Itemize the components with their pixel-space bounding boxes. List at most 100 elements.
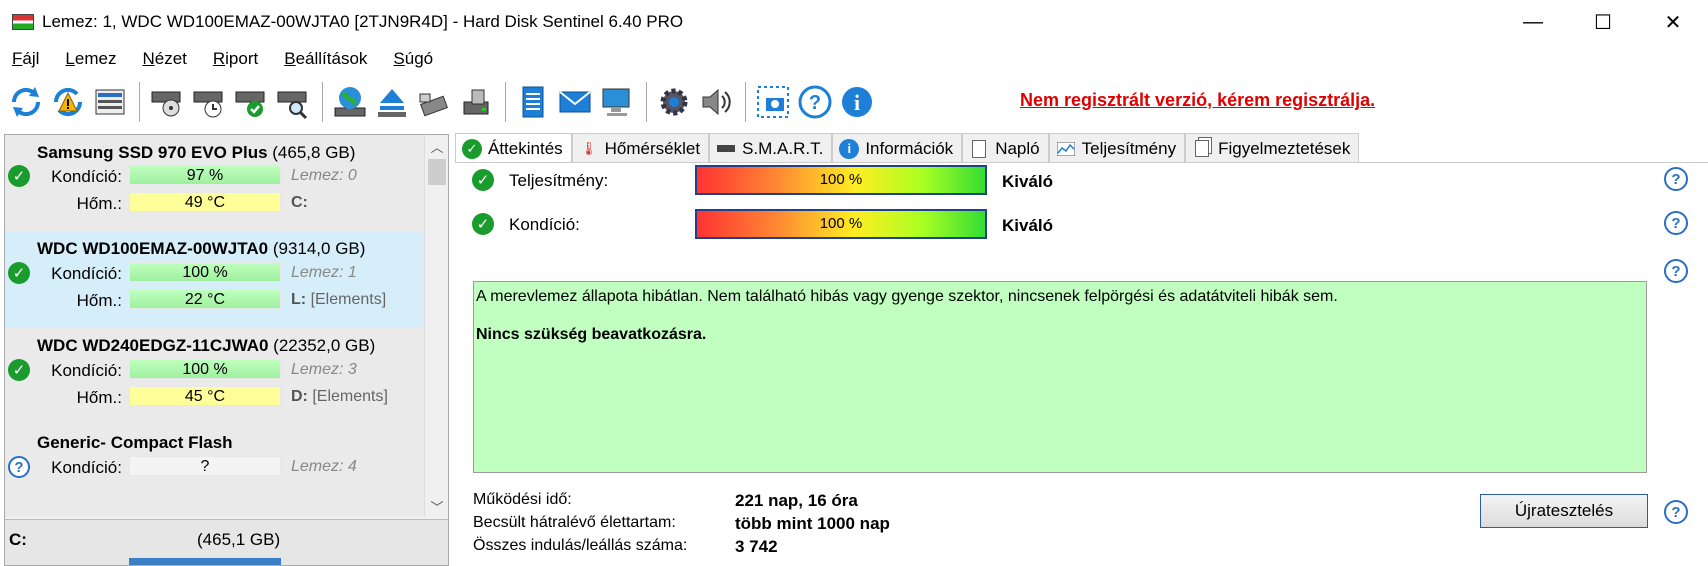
toolbar-separator xyxy=(505,82,506,122)
disk-list-panel: Samsung SSD 970 EVO Plus (465,8 GB) ✓ Ko… xyxy=(4,134,449,566)
unknown-status-icon: ? xyxy=(8,456,30,478)
refresh-icon[interactable] xyxy=(6,82,46,122)
condition-bar: 100 % xyxy=(129,262,281,282)
globe-icon[interactable] xyxy=(330,82,370,122)
condition-row: ? Kondíció: ? Lemez: 4 xyxy=(5,454,424,480)
condition-label: Kondíció: xyxy=(51,264,122,283)
menu-settings[interactable]: Beállítások xyxy=(284,49,367,69)
remaining-life-row: Becsült hátralévő élettartam: több mint … xyxy=(473,514,890,538)
help-icon[interactable]: ? xyxy=(795,82,835,122)
computer-icon[interactable] xyxy=(597,82,637,122)
condition-label: Kondíció: xyxy=(51,167,122,186)
report-icon[interactable] xyxy=(513,82,553,122)
close-button[interactable]: ✕ xyxy=(1638,0,1708,44)
scroll-down-icon[interactable]: ﹀ xyxy=(425,495,448,517)
temperature-bar: 22 °C xyxy=(129,289,281,309)
disk-title: WDC WD240EDGZ-11CJWA0 (22352,0 GB) xyxy=(37,336,376,355)
tab-information[interactable]: i Információk xyxy=(832,133,963,163)
mail-icon[interactable] xyxy=(555,82,595,122)
start-stop-value: 3 742 xyxy=(735,537,778,556)
condition-bar: 100 % xyxy=(695,209,987,239)
tab-overview[interactable]: ✓ Áttekintés xyxy=(455,133,572,163)
disk-ok-icon[interactable] xyxy=(231,82,271,122)
info-icon[interactable]: i xyxy=(837,82,877,122)
partition-size: (465,1 GB) xyxy=(197,530,281,549)
condition-label: Kondíció: xyxy=(51,361,122,380)
remaining-life-value: több mint 1000 nap xyxy=(735,514,890,533)
disk-list-scrollbar[interactable]: ︿ ﹀ xyxy=(424,135,448,517)
drive-icon[interactable] xyxy=(456,82,496,122)
disk-number: Lemez: 0 xyxy=(291,167,357,184)
disk-schedule-icon[interactable] xyxy=(189,82,229,122)
condition-bar: 100 % xyxy=(129,359,281,379)
help-icon[interactable]: ? xyxy=(1664,211,1688,235)
temperature-row: Hőm.: 22 °C L: [Elements] xyxy=(5,287,424,313)
disk-item-selected[interactable]: WDC WD100EMAZ-00WJTA0 (9314,0 GB) ✓ Kond… xyxy=(5,231,424,334)
menu-disk[interactable]: Lemez xyxy=(65,49,116,69)
condition-bar: 97 % xyxy=(129,165,281,185)
tab-alerts[interactable]: Figyelmeztetések xyxy=(1185,133,1360,163)
disk-number: Lemez: 4 xyxy=(291,458,357,475)
info-icon: i xyxy=(839,138,860,159)
unregistered-version-link[interactable]: Nem regisztrált verzió, kérem regisztrál… xyxy=(1020,90,1375,111)
condition-row: ✓ Kondíció: 100 % Lemez: 3 xyxy=(5,357,424,383)
ok-check-icon: ✓ xyxy=(472,213,494,235)
temperature-row: Hőm.: 45 °C D: [Elements] xyxy=(5,384,424,410)
usb-icon[interactable] xyxy=(414,82,454,122)
screenshot-icon[interactable] xyxy=(753,82,793,122)
disk-icon xyxy=(716,139,736,159)
partition-name: C: xyxy=(9,530,27,549)
menu-view[interactable]: Nézet xyxy=(142,49,186,69)
partition-usage-bar xyxy=(129,558,281,565)
action-message: Nincs szükség beavatkozásra. xyxy=(476,326,707,343)
window-controls: — ☐ ✕ xyxy=(1498,0,1708,44)
disk-number: Lemez: 3 xyxy=(291,361,357,378)
performance-chart-icon xyxy=(1056,139,1076,159)
disk-list: Samsung SSD 970 EVO Plus (465,8 GB) ✓ Ko… xyxy=(5,135,424,517)
menu-bar: Fájl Lemez Nézet Riport Beállítások Súgó xyxy=(0,44,1708,74)
toolbar-separator xyxy=(745,82,746,122)
drive-letter: D: [Elements] xyxy=(291,388,388,405)
scroll-thumb[interactable] xyxy=(428,159,446,185)
title-bar: Lemez: 1, WDC WD100EMAZ-00WJTA0 [2TJN9R4… xyxy=(0,0,1708,44)
help-icon[interactable]: ? xyxy=(1664,259,1688,283)
settings-icon[interactable] xyxy=(654,82,694,122)
condition-row: ✓ Kondíció: 100 % Kiváló xyxy=(455,209,1708,239)
minimize-button[interactable]: — xyxy=(1498,0,1568,44)
disk-item[interactable]: WDC WD240EDGZ-11CJWA0 (22352,0 GB) ✓ Kon… xyxy=(5,328,424,431)
disk-item[interactable]: Generic- Compact Flash ? Kondíció: ? Lem… xyxy=(5,425,424,517)
alerts-icon xyxy=(1192,139,1212,159)
temperature-bar: 49 °C xyxy=(129,192,281,212)
menu-help[interactable]: Súgó xyxy=(393,49,433,69)
app-window: Lemez: 1, WDC WD100EMAZ-00WJTA0 [2TJN9R4… xyxy=(0,0,1708,566)
disk-info-icon[interactable] xyxy=(90,82,130,122)
sound-icon[interactable] xyxy=(696,82,736,122)
help-icon[interactable]: ? xyxy=(1664,167,1688,191)
scroll-up-icon[interactable]: ︿ xyxy=(425,135,448,157)
help-icon[interactable]: ? xyxy=(1664,500,1688,524)
ok-check-icon: ✓ xyxy=(8,359,30,381)
drive-letter: L: [Elements] xyxy=(291,291,387,308)
performance-bar: 100 % xyxy=(695,165,987,195)
disk-title: WDC WD100EMAZ-00WJTA0 (9314,0 GB) xyxy=(37,239,366,258)
disk-item[interactable]: Samsung SSD 970 EVO Plus (465,8 GB) ✓ Ko… xyxy=(5,135,424,238)
disk-test-icon[interactable] xyxy=(147,82,187,122)
condition-bar: ? xyxy=(129,456,281,476)
eject-icon[interactable] xyxy=(372,82,412,122)
refresh-warning-icon[interactable] xyxy=(48,82,88,122)
menu-file[interactable]: Fájl xyxy=(12,49,39,69)
retest-button[interactable]: Újratesztelés xyxy=(1480,494,1648,528)
performance-rating: Kiváló xyxy=(1002,172,1054,191)
tab-log[interactable]: Napló xyxy=(962,133,1049,163)
tab-smart[interactable]: S.M.A.R.T. xyxy=(709,133,833,163)
tab-temperature[interactable]: 🌡 Hőmérséklet xyxy=(571,133,710,163)
disk-search-icon[interactable] xyxy=(273,82,313,122)
condition-row: ✓ Kondíció: 97 % Lemez: 0 xyxy=(5,163,424,189)
remaining-life-label: Becsült hátralévő élettartam: xyxy=(473,514,676,531)
condition-row: ✓ Kondíció: 100 % Lemez: 1 xyxy=(5,260,424,286)
tab-bar: ✓ Áttekintés 🌡 Hőmérséklet S.M.A.R.T. i Inf… xyxy=(455,133,1360,163)
menu-report[interactable]: Riport xyxy=(213,49,258,69)
tab-performance[interactable]: Teljesítmény xyxy=(1048,133,1186,163)
partition-item[interactable]: C: (465,1 GB) xyxy=(5,519,448,565)
maximize-button[interactable]: ☐ xyxy=(1568,0,1638,44)
